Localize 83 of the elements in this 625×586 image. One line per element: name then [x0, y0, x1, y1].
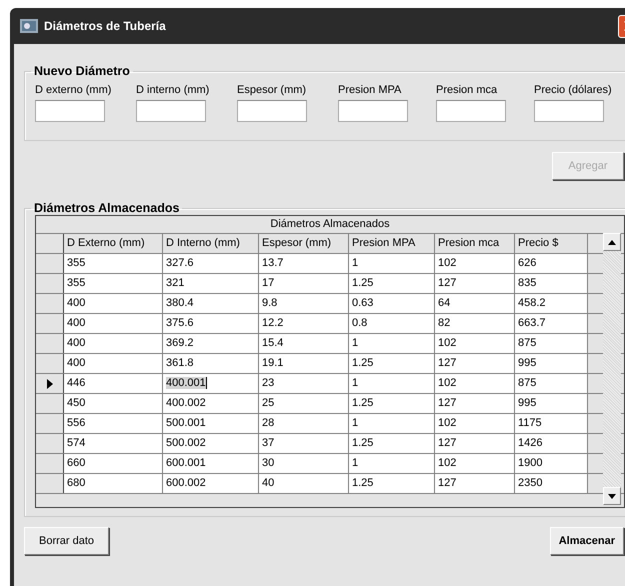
group-title: Nuevo Diámetro [33, 64, 131, 78]
table-cell[interactable]: 1.25 [352, 397, 374, 409]
table-cell[interactable]: 9.8 [262, 297, 278, 309]
table-cell[interactable]: 28 [262, 417, 274, 429]
input-field[interactable] [35, 100, 105, 122]
scroll-up-icon [608, 240, 616, 244]
group-title: Diámetros Almacenados [33, 201, 180, 215]
table-cell[interactable]: 556 [67, 417, 86, 429]
field-label: Presion mca [436, 84, 498, 96]
table-cell[interactable]: 19.1 [262, 357, 284, 369]
table-cell[interactable]: 64 [438, 297, 450, 309]
table-cell[interactable]: 375.6 [166, 317, 194, 329]
input-field[interactable] [436, 100, 506, 122]
table-cell[interactable]: 37 [262, 437, 274, 449]
table-cell[interactable]: 1.25 [352, 357, 374, 369]
store-button[interactable]: Almacenar [550, 527, 624, 555]
table-cell[interactable]: 0.63 [352, 297, 374, 309]
table-cell[interactable]: 380.4 [166, 297, 194, 309]
table-cell[interactable]: 102 [438, 337, 456, 349]
field-label: Precio (dólares) [534, 84, 613, 96]
table-cell[interactable]: 15.4 [262, 337, 284, 349]
table-cell[interactable]: 127 [438, 477, 456, 489]
table-cell[interactable]: 361.8 [166, 357, 194, 369]
table-cell[interactable]: 875 [518, 337, 536, 349]
table-cell[interactable]: 127 [438, 397, 456, 409]
table-cell[interactable]: 12.2 [262, 317, 284, 329]
table-cell[interactable]: 30 [262, 457, 274, 469]
table-cell[interactable]: 82 [438, 317, 450, 329]
table-cell[interactable]: 400 [67, 337, 86, 349]
input-field[interactable] [136, 100, 206, 122]
table-cell[interactable]: 102 [438, 417, 456, 429]
table-cell[interactable]: 574 [67, 437, 86, 449]
table-cell[interactable]: 102 [438, 377, 456, 389]
table-cell[interactable]: 446 [67, 377, 86, 389]
table-cell[interactable]: 1.25 [352, 437, 374, 449]
field-label: D interno (mm) [136, 84, 210, 96]
table-cell[interactable]: 17 [262, 277, 274, 289]
field-label: Presion MPA [338, 84, 402, 96]
current-row-icon [46, 378, 52, 388]
window-icon [20, 19, 38, 33]
window-title: Diámetros de Tubería [44, 19, 166, 33]
table-cell[interactable]: 23 [262, 377, 274, 389]
table-cell[interactable]: 1.25 [352, 477, 374, 489]
table-cell[interactable]: 680 [67, 477, 86, 489]
table-cell[interactable]: 450 [67, 397, 86, 409]
delete-button[interactable]: Borrar dato [24, 527, 110, 555]
table-cell[interactable]: 400.001 [166, 377, 207, 389]
table-cell[interactable]: 321 [166, 277, 184, 289]
table-cell[interactable]: 127 [438, 277, 456, 289]
table-cell[interactable]: 400 [67, 297, 86, 309]
table-cell[interactable]: 355 [67, 257, 86, 269]
input-field[interactable] [237, 100, 307, 122]
table-cell[interactable]: 25 [262, 397, 274, 409]
table-cell[interactable]: 400 [67, 357, 86, 369]
table-cell[interactable]: 875 [518, 377, 536, 389]
scroll-down-icon [608, 494, 616, 498]
table-cell[interactable]: 660 [67, 457, 86, 469]
table-cell[interactable]: 835 [518, 277, 536, 289]
table-cell[interactable]: 995 [518, 397, 536, 409]
table-cell[interactable]: 327.6 [166, 257, 194, 269]
field-label: D externo (mm) [35, 84, 112, 96]
table-cell[interactable]: 0.8 [352, 317, 368, 329]
table-cell[interactable]: 1 [352, 377, 358, 389]
table-cell[interactable]: 1 [352, 257, 358, 269]
table-cell[interactable]: 1 [352, 337, 358, 349]
table-cell[interactable]: 102 [438, 457, 456, 469]
table-cell[interactable]: 127 [438, 357, 456, 369]
table-cell[interactable]: 40 [262, 477, 274, 489]
table-cell[interactable]: 13.7 [262, 257, 284, 269]
table-cell[interactable]: 1 [352, 457, 358, 469]
table-cell[interactable]: 355 [67, 277, 86, 289]
input-field[interactable] [338, 100, 408, 122]
scrollbar[interactable] [603, 233, 621, 505]
table-cell[interactable]: 995 [518, 357, 536, 369]
table-cell[interactable]: 102 [438, 257, 456, 269]
table-cell[interactable]: 1.25 [352, 277, 374, 289]
table-cell[interactable]: 626 [518, 257, 536, 269]
input-field[interactable] [534, 100, 604, 122]
table-cell[interactable]: 369.2 [166, 337, 194, 349]
table-cell[interactable]: 127 [438, 437, 456, 449]
table-cell[interactable]: 400 [67, 317, 86, 329]
field-label: Espesor (mm) [237, 84, 308, 96]
table-cell[interactable]: 1 [352, 417, 358, 429]
